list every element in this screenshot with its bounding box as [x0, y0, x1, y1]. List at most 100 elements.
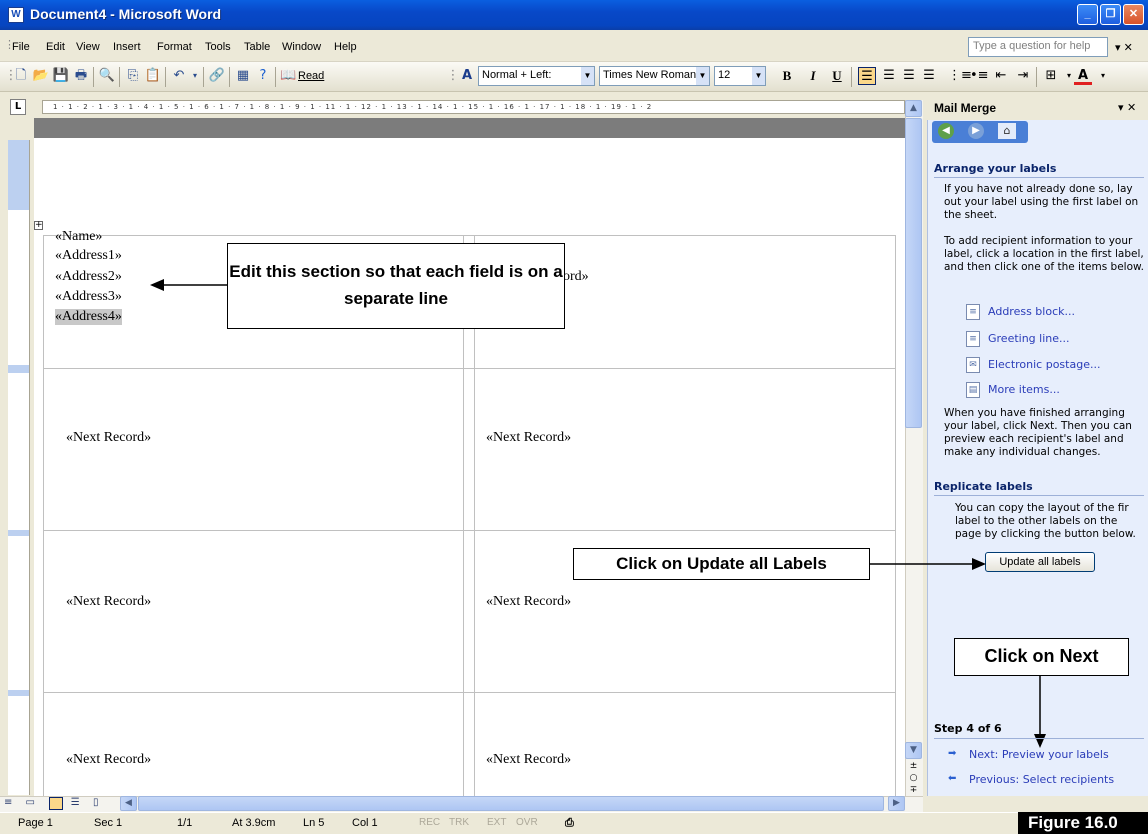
research-icon[interactable]: 🔍 — [98, 67, 116, 85]
numbering-icon[interactable]: ⋮≡ — [948, 67, 972, 85]
table-move-handle-icon[interactable]: + — [34, 221, 43, 230]
menu-view[interactable]: View — [76, 41, 100, 53]
scroll-right-button[interactable]: ▶ — [888, 796, 905, 811]
paste-icon[interactable]: 📋 — [144, 67, 162, 85]
next-record-field[interactable]: «Next Record» — [66, 430, 151, 446]
next-record-field[interactable]: «Next Record» — [486, 594, 571, 610]
next-record-field[interactable]: «Next Record» — [66, 752, 151, 768]
status-trk[interactable]: TRK — [449, 817, 469, 828]
status-pages: 1/1 — [177, 817, 193, 829]
read-button[interactable]: Read — [298, 70, 324, 82]
italic-button[interactable]: I — [804, 67, 822, 85]
next-preview-link[interactable]: Next: Preview your labels — [969, 748, 1109, 761]
address-block-icon: ≡ — [966, 304, 980, 320]
menu-help[interactable]: Help — [334, 41, 357, 53]
section-heading-replicate: Replicate labels — [934, 480, 1033, 493]
close-button[interactable]: ✕ — [1123, 4, 1144, 25]
align-right-icon[interactable]: ☰ — [900, 67, 918, 85]
scroll-down-button[interactable]: ▼ — [905, 742, 922, 759]
help-dropdown-icon[interactable]: ▾ ✕ — [1115, 41, 1133, 54]
horizontal-scroll-thumb[interactable] — [138, 796, 884, 811]
ruler-scale[interactable]: 1 · 1 · 2 · 1 · 3 · 1 · 4 · 1 · 5 · 1 · … — [42, 100, 905, 114]
style-combo[interactable]: Normal + Left: ▼ — [478, 66, 595, 86]
arrange-text-2: To add recipient information to your lab… — [944, 235, 1144, 273]
previous-recipients-link[interactable]: Previous: Select recipients — [969, 773, 1114, 786]
merge-field-address3[interactable]: «Address3» — [55, 289, 122, 305]
read-icon[interactable]: 📖 — [280, 67, 296, 85]
menu-format[interactable]: Format — [157, 41, 192, 53]
table-border — [43, 235, 896, 236]
styles-icon[interactable]: A — [458, 67, 476, 85]
back-icon[interactable]: ◀ — [938, 123, 954, 139]
font-combo[interactable]: Times New Roman ▼ — [599, 66, 710, 86]
toolbar-separator — [229, 67, 230, 87]
task-pane-menu-icon[interactable]: ▾ ✕ — [1118, 101, 1136, 114]
merge-field-address1[interactable]: «Address1» — [55, 248, 122, 264]
open-folder-icon[interactable]: 📂 — [32, 67, 50, 85]
bullets-icon[interactable]: •≡ — [970, 67, 989, 85]
align-center-icon[interactable]: ☰ — [880, 67, 898, 85]
spelling-status-icon[interactable]: ⎙ — [565, 817, 574, 830]
menu-insert[interactable]: Insert — [113, 41, 141, 53]
font-color-icon[interactable]: A — [1074, 67, 1092, 85]
next-record-field[interactable]: «Next Record» — [66, 594, 151, 610]
home-icon[interactable]: ⌂ — [998, 123, 1016, 139]
status-ext[interactable]: EXT — [487, 817, 506, 828]
menu-window[interactable]: Window — [282, 41, 321, 53]
arrange-text-3: When you have finished arranging your la… — [944, 407, 1132, 458]
decrease-indent-icon[interactable]: ⇤ — [992, 67, 1010, 85]
maximize-button[interactable]: ❐ — [1100, 4, 1121, 25]
next-record-partial[interactable]: ord» — [563, 269, 589, 285]
borders-icon[interactable]: ⊞ — [1042, 67, 1060, 85]
print-layout-view-icon[interactable] — [49, 797, 63, 810]
new-document-icon[interactable]: 🗋 — [12, 67, 30, 85]
increase-indent-icon[interactable]: ⇥ — [1014, 67, 1032, 85]
next-record-field[interactable]: «Next Record» — [486, 430, 571, 446]
copy-icon[interactable]: ⎘ — [124, 67, 142, 85]
hyperlink-icon[interactable]: 🔗 — [208, 67, 226, 85]
help-icon[interactable]: ? — [254, 67, 272, 85]
electronic-postage-link[interactable]: Electronic postage... — [988, 358, 1100, 371]
minimize-button[interactable]: _ — [1077, 4, 1098, 25]
scroll-up-button[interactable]: ▲ — [905, 100, 922, 117]
divider — [934, 495, 1144, 496]
status-rec[interactable]: REC — [419, 817, 440, 828]
align-left-icon[interactable]: ☰ — [858, 67, 876, 85]
more-items-icon: ▤ — [966, 382, 980, 398]
bold-button[interactable]: B — [778, 67, 796, 85]
table-icon[interactable]: ▦ — [234, 67, 252, 85]
update-all-labels-button[interactable]: Update all labels — [985, 552, 1095, 572]
menu-tools[interactable]: Tools — [205, 41, 231, 53]
scroll-left-button[interactable]: ◀ — [120, 796, 137, 811]
save-icon[interactable]: 💾 — [52, 67, 70, 85]
help-search-input[interactable]: Type a question for help — [968, 37, 1108, 57]
justify-icon[interactable]: ☰ — [920, 67, 938, 85]
browse-object-icon[interactable]: ± ○ ∓ — [905, 760, 922, 796]
menu-file[interactable]: File — [12, 41, 30, 53]
toolbar-separator — [203, 67, 204, 87]
undo-dropdown-icon[interactable]: ▾ — [186, 67, 204, 85]
underline-button[interactable]: U — [828, 67, 846, 85]
replicate-text: You can copy the layout of the fir label… — [955, 502, 1136, 540]
address-block-link[interactable]: Address block... — [988, 305, 1075, 318]
document-page[interactable] — [34, 138, 905, 796]
task-pane-nav: ◀ ▶ ⌂ — [932, 121, 1028, 143]
font-size-combo[interactable]: 12 ▼ — [714, 66, 766, 86]
status-ovr[interactable]: OVR — [516, 817, 538, 828]
tab-stop-selector[interactable]: L — [10, 99, 26, 115]
table-border — [43, 530, 896, 531]
scroll-thumb[interactable] — [905, 118, 922, 428]
table-border — [43, 692, 896, 693]
menu-edit[interactable]: Edit — [46, 41, 65, 53]
forward-icon[interactable]: ▶ — [968, 123, 984, 139]
merge-field-address4[interactable]: «Address4» — [55, 309, 122, 325]
merge-field-address2[interactable]: «Address2» — [55, 269, 122, 285]
status-at: At 3.9cm — [232, 817, 276, 829]
merge-field-name[interactable]: «Name» — [55, 229, 102, 245]
print-icon[interactable]: 🖶 — [72, 67, 90, 85]
greeting-line-link[interactable]: Greeting line... — [988, 332, 1070, 345]
more-items-link[interactable]: More items... — [988, 383, 1060, 396]
menu-table[interactable]: Table — [244, 41, 270, 53]
font-color-dropdown-icon[interactable]: ▾ — [1094, 67, 1112, 85]
next-record-field[interactable]: «Next Record» — [486, 752, 571, 768]
